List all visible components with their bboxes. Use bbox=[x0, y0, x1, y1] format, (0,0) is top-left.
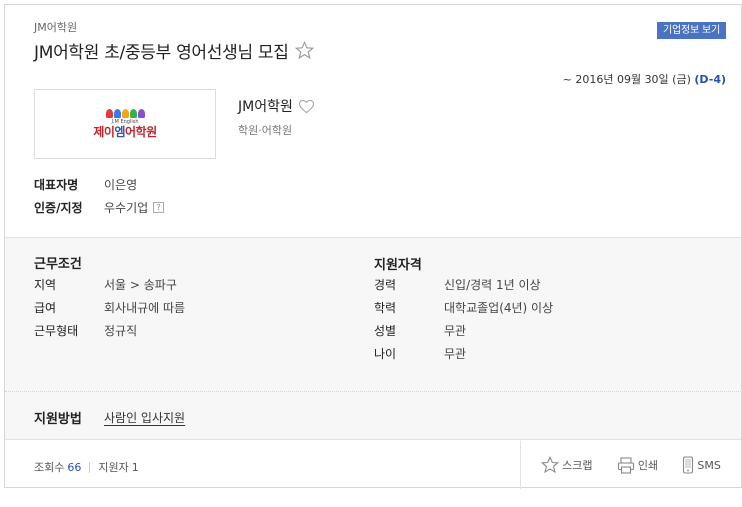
section-divider bbox=[5, 391, 741, 392]
company-type: 학원·어학원 bbox=[238, 124, 293, 137]
cert-label: 인증/지정 bbox=[34, 201, 83, 215]
qualification-row: 나이 무관 bbox=[374, 345, 466, 362]
qualification-value: 무관 bbox=[444, 347, 467, 361]
stats: 조회수 66 지원자 1 bbox=[34, 459, 139, 475]
star-icon[interactable] bbox=[294, 41, 314, 60]
conditions-section: 근무조건 지역 서울 > 송파구 급여 회사내규에 따름 근무형태 정규직 지원… bbox=[5, 237, 741, 440]
mobile-phone-icon bbox=[683, 456, 694, 474]
logo-figures-icon bbox=[105, 109, 145, 118]
job-title: JM어학원 초/중등부 영어선생님 모집 bbox=[34, 43, 289, 63]
scrap-label: 스크랩 bbox=[562, 459, 593, 472]
ceo-row: 대표자명 이은영 bbox=[34, 176, 137, 193]
cert-row: 인증/지정 우수기업 ? bbox=[34, 199, 165, 216]
condition-label: 지역 bbox=[34, 278, 57, 292]
stats-separator bbox=[89, 461, 91, 473]
scrap-button[interactable]: 스크랩 bbox=[541, 456, 593, 474]
views-count: 66 bbox=[67, 460, 82, 474]
heart-icon[interactable] bbox=[298, 99, 315, 114]
dday-badge: (D-4) bbox=[694, 73, 726, 86]
printer-icon bbox=[617, 456, 634, 474]
qualification-label: 성별 bbox=[374, 324, 397, 338]
logo-wordmark: 제이엠어학원 bbox=[93, 125, 157, 139]
qualification-label: 경력 bbox=[374, 278, 397, 292]
qualification-row: 성별 무관 bbox=[374, 322, 466, 339]
sms-label: SMS bbox=[697, 458, 721, 472]
applicants-count: 1 bbox=[131, 460, 139, 474]
views-label: 조회수 bbox=[34, 461, 65, 474]
qualification-row: 경력 신입/경력 1년 이상 bbox=[374, 276, 541, 293]
print-button[interactable]: 인쇄 bbox=[617, 456, 659, 474]
deadline: ~ 2016년 09월 30일 (금) (D-4) bbox=[563, 71, 726, 87]
condition-label: 급여 bbox=[34, 301, 57, 315]
cert-value: 우수기업 bbox=[104, 201, 149, 215]
help-icon[interactable]: ? bbox=[153, 202, 165, 213]
condition-row: 지역 서울 > 송파구 bbox=[34, 276, 177, 293]
ceo-label: 대표자명 bbox=[34, 178, 79, 192]
condition-label: 근무형태 bbox=[34, 324, 79, 338]
print-label: 인쇄 bbox=[637, 459, 659, 472]
job-posting-card: JM어학원 JM어학원 초/중등부 영어선생님 모집 기업정보 보기 ~ 201… bbox=[4, 4, 742, 489]
qualification-label: 나이 bbox=[374, 347, 397, 361]
company-name[interactable]: JM어학원 bbox=[238, 96, 293, 116]
deadline-date: ~ 2016년 09월 30일 (금) bbox=[562, 73, 691, 86]
ceo-value: 이은영 bbox=[104, 178, 138, 192]
condition-row: 근무형태 정규직 bbox=[34, 322, 137, 339]
title-row: JM어학원 초/중등부 영어선생님 모집 bbox=[34, 38, 314, 63]
company-name-row: JM어학원 bbox=[238, 96, 315, 116]
apply-link[interactable]: 사람인 입사지원 bbox=[104, 409, 185, 426]
conditions-title: 근무조건 bbox=[34, 257, 82, 272]
company-name-small[interactable]: JM어학원 bbox=[34, 19, 77, 35]
footer-actions: 스크랩 인쇄 SMS bbox=[520, 441, 741, 489]
condition-row: 급여 회사내규에 따름 bbox=[34, 299, 185, 316]
condition-value: 서울 > 송파구 bbox=[104, 278, 177, 292]
qualification-value: 무관 bbox=[444, 324, 467, 338]
condition-value: 회사내규에 따름 bbox=[104, 301, 186, 315]
qualification-value: 대학교졸업(4년) 이상 bbox=[444, 301, 554, 315]
qualifications-title: 지원자격 bbox=[374, 258, 422, 273]
apply-row: 지원방법 사람인 입사지원 bbox=[34, 408, 185, 427]
qualification-row: 학력 대학교졸업(4년) 이상 bbox=[374, 299, 553, 316]
apply-label: 지원방법 bbox=[34, 412, 82, 427]
star-outline-icon bbox=[541, 456, 560, 474]
company-info-button[interactable]: 기업정보 보기 bbox=[657, 22, 726, 39]
qualification-label: 학력 bbox=[374, 301, 397, 315]
applicants-label: 지원자 bbox=[98, 461, 129, 474]
condition-value: 정규직 bbox=[104, 324, 138, 338]
qualification-value: 신입/경력 1년 이상 bbox=[444, 278, 541, 292]
sms-button[interactable]: SMS bbox=[682, 456, 721, 474]
company-logo[interactable]: J.M English 제이엠어학원 bbox=[34, 89, 216, 159]
